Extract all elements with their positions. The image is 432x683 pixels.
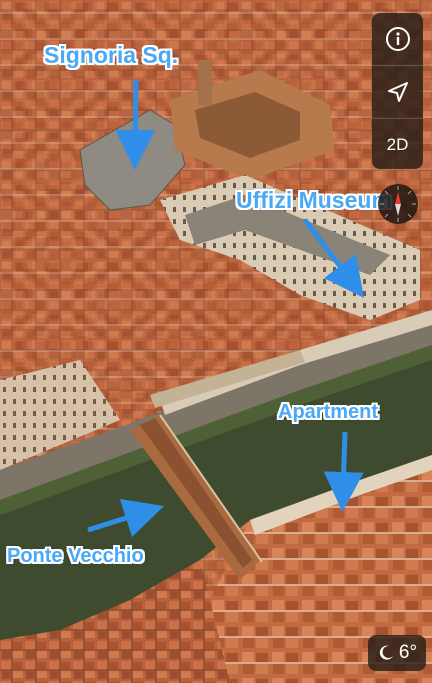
location-arrow-icon (387, 82, 408, 102)
moon-icon (379, 645, 393, 660)
signoria-square-label: Signoria Sq. (44, 42, 179, 68)
info-button[interactable] (372, 13, 423, 65)
apartment-arrow (323, 431, 364, 512)
compass-icon[interactable] (376, 182, 420, 226)
satellite-3d-map[interactable] (0, 0, 432, 683)
ponte-vecchio-label: Ponte Vecchio (7, 545, 144, 567)
location-button[interactable] (372, 65, 423, 118)
uffizi-museum-label: Uffizi Museum (236, 187, 392, 213)
temperature-value: 6° (398, 642, 418, 663)
view-mode-2d-button[interactable]: 2D (372, 118, 423, 169)
weather-badge: 6° (368, 635, 426, 671)
info-icon (385, 27, 410, 51)
apartment-label: Apartment (278, 401, 379, 423)
signoria-arrow (115, 79, 156, 170)
map-view[interactable]: Signoria Sq. Uffizi Museum Apartment Pon… (0, 0, 432, 683)
view-mode-label: 2D (386, 135, 409, 154)
map-controls: 2D (372, 13, 423, 169)
